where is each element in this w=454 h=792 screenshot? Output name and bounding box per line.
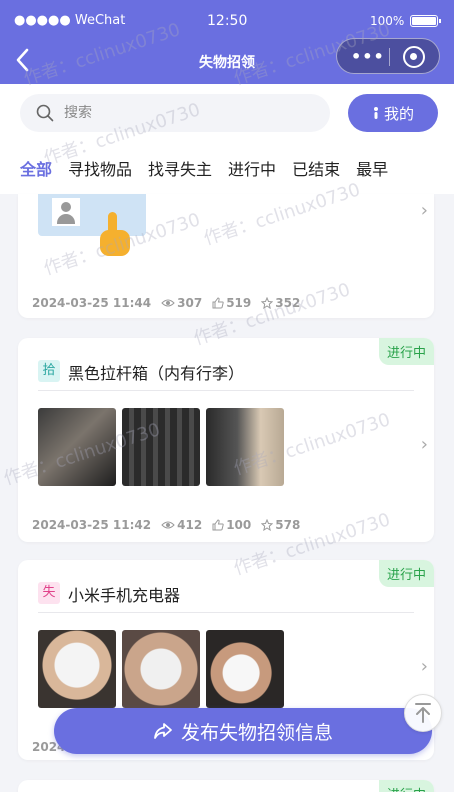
search-icon xyxy=(36,104,54,122)
carrier-label: ●●●●● WeChat xyxy=(14,13,126,28)
chevron-right-icon: › xyxy=(420,434,428,455)
thumbs-up-icon xyxy=(212,297,224,309)
chevron-right-icon: › xyxy=(420,656,428,677)
luggage-photo[interactable] xyxy=(122,408,200,486)
views-count: 412 xyxy=(177,518,203,532)
star-icon xyxy=(261,519,274,531)
back-to-top-button[interactable] xyxy=(404,694,442,732)
filter-panel: 我的 全部寻找物品找寻失主进行中已结束最早 xyxy=(0,84,454,194)
star-icon xyxy=(261,297,274,309)
battery-icon xyxy=(410,15,441,27)
thumbs-up-icon xyxy=(212,519,224,531)
views-stat: 412 xyxy=(161,518,202,532)
share-arrow-icon xyxy=(154,723,172,739)
mine-button-label: 我的 xyxy=(383,104,414,123)
tab-seek-item[interactable]: 寻找物品 xyxy=(68,156,132,180)
status-badge: 进行中 xyxy=(378,338,434,365)
eye-icon xyxy=(161,521,175,529)
found-type-tag: 拾 xyxy=(38,360,60,382)
publish-button-label: 发布失物招领信息 xyxy=(180,721,333,744)
card-meta: 2024-03-25 11:42 412 100 578 xyxy=(32,518,300,532)
tab-ended[interactable]: 已结束 xyxy=(292,156,340,180)
tab-seek-owner[interactable]: 找寻失主 xyxy=(148,156,212,180)
card-meta: 2024-03-25 11:44 307 519 352 xyxy=(32,296,300,310)
status-bar: ●●●●● WeChat 12:50 100% xyxy=(0,0,454,36)
list-item[interactable]: › 2024-03-25 11:44 307 519 352 xyxy=(18,194,434,318)
more-menu-icon[interactable]: ••• xyxy=(351,47,385,66)
stars-stat: 578 xyxy=(261,518,300,532)
list-item[interactable]: 进行中 拾 黑色拉杆箱（内有行李） › 2024-03-25 11:42 412… xyxy=(18,338,434,542)
card-date: 2024-03-25 11:44 xyxy=(32,296,152,310)
chevron-right-icon: › xyxy=(420,200,428,221)
luggage-photo[interactable] xyxy=(38,408,116,486)
search-bar[interactable] xyxy=(20,94,330,132)
charger-photo[interactable] xyxy=(38,630,116,708)
image-gallery xyxy=(38,408,284,486)
luggage-photo[interactable] xyxy=(206,408,284,486)
arrow-up-icon xyxy=(415,703,431,723)
publish-lost-found-button[interactable]: 发布失物招领信息 xyxy=(54,708,432,754)
likes-count: 100 xyxy=(226,518,252,532)
mine-button[interactable]: 我的 xyxy=(348,94,438,132)
views-stat: 307 xyxy=(161,296,202,310)
battery-percent: 100% xyxy=(370,14,405,28)
status-badge: 进行中 xyxy=(378,560,434,587)
category-tabs: 全部 寻找物品 找寻失主 进行中 已结束 最早 xyxy=(20,156,454,184)
stars-count: 578 xyxy=(275,518,301,532)
card-date: 2024-03-25 11:42 xyxy=(32,518,152,532)
user-icon xyxy=(373,107,378,119)
tab-earliest[interactable]: 最早 xyxy=(356,156,388,180)
views-count: 307 xyxy=(177,296,203,310)
tab-all[interactable]: 全部 xyxy=(20,156,52,180)
stars-stat: 352 xyxy=(261,296,300,310)
charger-photo[interactable] xyxy=(122,630,200,708)
mini-program-capsule: ••• xyxy=(336,38,440,74)
status-time: 12:50 xyxy=(207,13,248,29)
charger-photo[interactable] xyxy=(206,630,284,708)
card-title: 黑色拉杆箱（内有行李） xyxy=(68,364,245,383)
app-header: ●●●●● WeChat 12:50 100% 失物招领 ••• xyxy=(0,0,454,84)
list-item[interactable]: 进行中 xyxy=(18,780,434,792)
pointing-hand-icon xyxy=(100,212,130,256)
likes-stat: 519 xyxy=(212,296,251,310)
likes-stat: 100 xyxy=(212,518,251,532)
search-input[interactable] xyxy=(64,94,314,132)
stars-count: 352 xyxy=(275,296,301,310)
card-title: 小米手机充电器 xyxy=(68,586,181,605)
tab-in-progress[interactable]: 进行中 xyxy=(228,156,276,180)
status-badge: 进行中 xyxy=(378,780,434,792)
close-miniprogram-icon[interactable] xyxy=(403,46,425,68)
image-gallery xyxy=(38,630,284,708)
likes-count: 519 xyxy=(226,296,252,310)
eye-icon xyxy=(161,299,175,307)
lost-type-tag: 失 xyxy=(38,582,60,604)
